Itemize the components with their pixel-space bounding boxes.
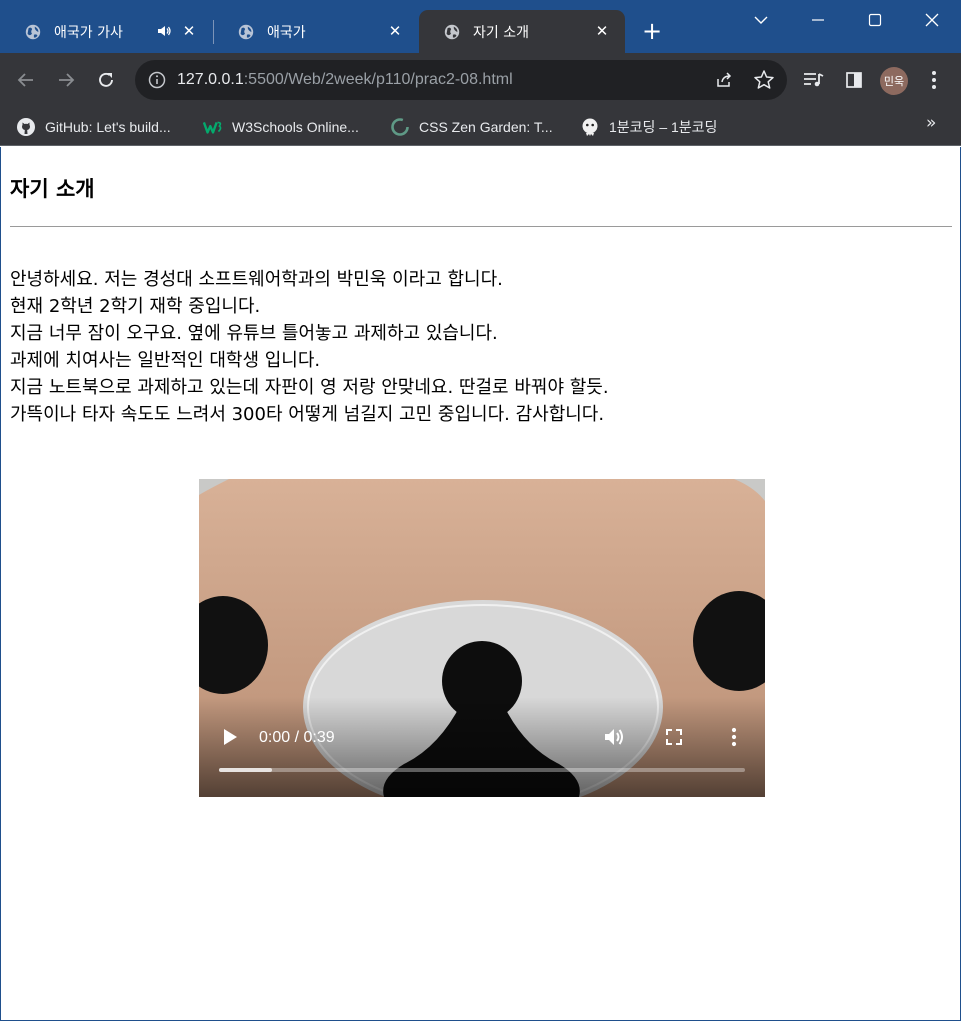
- globe-icon: [238, 24, 254, 39]
- video-buffered-range: [219, 768, 272, 772]
- page-heading: 자기 소개: [10, 177, 95, 201]
- bookmarks-bar: GitHub: Let's build... W3Schools Online.…: [0, 108, 961, 146]
- w3schools-icon: [203, 117, 223, 137]
- video-time: 0:00 / 0:39: [259, 729, 335, 746]
- url-text: 127.0.0.1:5500/Web/2week/p110/prac2-08.h…: [177, 71, 513, 89]
- horizontal-rule: [10, 226, 952, 227]
- tab-title: 애국가: [267, 24, 306, 41]
- play-icon[interactable]: [218, 725, 242, 749]
- minimize-icon[interactable]: [803, 8, 833, 32]
- info-icon[interactable]: [148, 71, 166, 89]
- tab-search-chevron-icon[interactable]: [746, 8, 776, 32]
- share-icon[interactable]: [714, 70, 734, 90]
- bookmark-star-icon[interactable]: [753, 69, 775, 91]
- bookmark-label: CSS Zen Garden: T...: [419, 119, 553, 135]
- video-player[interactable]: 0:00 / 0:39: [199, 479, 765, 797]
- speaker-icon[interactable]: [156, 23, 172, 39]
- side-panel-icon[interactable]: [841, 67, 867, 93]
- address-bar[interactable]: 127.0.0.1:5500/Web/2week/p110/prac2-08.h…: [135, 60, 787, 100]
- tab-close-icon[interactable]: ✕: [593, 22, 611, 40]
- bookmarks-overflow-chevron-icon[interactable]: »: [926, 113, 936, 133]
- tab-self-introduction[interactable]: 자기 소개 ✕: [419, 10, 625, 53]
- zen-garden-icon: [390, 117, 410, 137]
- tab-close-icon[interactable]: ✕: [180, 22, 198, 40]
- title-bar: 애국가 가사 ✕ 애국가 ✕ 자기 소개 ✕ +: [0, 0, 961, 53]
- fullscreen-icon[interactable]: [662, 725, 686, 749]
- bookmark-label: GitHub: Let's build...: [45, 119, 171, 135]
- paragraph-line: 현재 2학년 2학기 재학 중입니다.: [10, 296, 261, 317]
- tab-anthem[interactable]: 애국가 ✕: [213, 10, 418, 53]
- close-window-icon[interactable]: [917, 8, 947, 32]
- volume-icon[interactable]: [602, 725, 626, 749]
- paragraph-line: 지금 노트북으로 과제하고 있는데 자판이 영 저랑 안맞네요. 딴걸로 바꿔야…: [10, 377, 609, 398]
- tab-title: 애국가 가사: [54, 24, 123, 41]
- url-host: 127.0.0.1: [177, 71, 244, 88]
- paragraph-line: 과제에 치여사는 일반적인 대학생 입니다.: [10, 350, 321, 371]
- bookmark-github[interactable]: GitHub: Let's build...: [16, 114, 171, 140]
- bookmark-1bun-coding[interactable]: 1분코딩 – 1분코딩: [580, 114, 717, 140]
- tab-title: 자기 소개: [473, 24, 529, 41]
- url-path: :5500/Web/2week/p110/prac2-08.html: [243, 71, 513, 88]
- profile-avatar[interactable]: 민욱: [880, 67, 908, 95]
- introduction-paragraph: 안녕하세요. 저는 경성대 소프트웨어학과의 박민욱 이라고 합니다. 현재 2…: [10, 266, 609, 428]
- bookmark-label: 1분코딩 – 1분코딩: [609, 119, 718, 135]
- tab-anthem-lyrics[interactable]: 애국가 가사 ✕: [0, 10, 212, 53]
- maximize-icon[interactable]: [860, 8, 890, 32]
- paragraph-line: 지금 너무 잠이 오구요. 옆에 유튜브 틀어놓고 과제하고 있습니다.: [10, 323, 498, 344]
- tab-close-icon[interactable]: ✕: [386, 22, 404, 40]
- page-viewport: 자기 소개 안녕하세요. 저는 경성대 소프트웨어학과의 박민욱 이라고 합니다…: [0, 147, 961, 1021]
- bookmark-css-zen-garden[interactable]: CSS Zen Garden: T...: [390, 114, 553, 140]
- globe-icon: [25, 24, 41, 39]
- media-control-icon[interactable]: [800, 67, 826, 93]
- menu-kebab-icon[interactable]: [921, 67, 947, 93]
- paragraph-line: 가뜩이나 타자 속도도 느려서 300타 어떻게 넘길지 고민 중입니다. 감사…: [10, 404, 605, 425]
- video-more-options-icon[interactable]: [722, 725, 746, 749]
- browser-toolbar: 127.0.0.1:5500/Web/2week/p110/prac2-08.h…: [0, 53, 961, 108]
- video-progress-bar[interactable]: [219, 768, 745, 772]
- bookmark-label: W3Schools Online...: [232, 119, 359, 135]
- reload-icon[interactable]: [93, 67, 119, 93]
- github-icon: [16, 117, 36, 137]
- bookmark-w3schools[interactable]: W3Schools Online...: [203, 114, 359, 140]
- paragraph-line: 안녕하세요. 저는 경성대 소프트웨어학과의 박민욱 이라고 합니다.: [10, 269, 503, 290]
- globe-icon: [444, 24, 460, 39]
- 1bun-coding-icon: [580, 117, 600, 137]
- back-arrow-icon[interactable]: [13, 67, 39, 93]
- new-tab-button[interactable]: +: [640, 19, 664, 44]
- forward-arrow-icon[interactable]: [53, 67, 79, 93]
